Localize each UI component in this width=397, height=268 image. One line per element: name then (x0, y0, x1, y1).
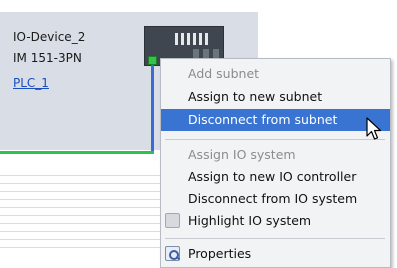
menu-separator (165, 139, 385, 140)
menu-item-label: Assign to new subnet (188, 89, 323, 104)
menu-item-highlight-io-system[interactable]: Highlight IO system (161, 210, 390, 232)
module-slot (181, 33, 184, 45)
menu-item-label: Add subnet (188, 66, 260, 81)
profinet-port-icon[interactable] (148, 56, 157, 65)
module-slot (193, 33, 196, 45)
menu-item-disconnect-from-subnet[interactable]: Disconnect from subnet (161, 109, 390, 131)
menu-item-label: Assign IO system (188, 147, 296, 162)
menu-item-add-subnet[interactable]: Add subnet (161, 63, 390, 85)
network-view-canvas: IO-Device_2 IM 151-3PN PLC_1 Add subnet … (0, 0, 397, 268)
profinet-connection-line[interactable] (151, 64, 154, 154)
device-name: IO-Device_2 (13, 30, 86, 44)
menu-item-label: Disconnect from IO system (188, 191, 358, 206)
mouse-pointer-icon (366, 117, 382, 140)
device-type: IM 151-3PN (13, 51, 82, 65)
menu-item-label: Properties (188, 246, 252, 261)
menu-item-properties[interactable]: Properties (161, 243, 390, 265)
module-slot (199, 33, 202, 45)
menu-item-label: Highlight IO system (188, 213, 312, 228)
menu-item-assign-to-new-subnet[interactable]: Assign to new subnet (161, 86, 390, 108)
io-controller-link[interactable]: PLC_1 (13, 76, 49, 90)
menu-item-label: Assign to new IO controller (188, 169, 357, 184)
properties-icon (165, 246, 180, 261)
module-slot (187, 33, 190, 45)
menu-item-disconnect-from-io-system[interactable]: Disconnect from IO system (161, 188, 390, 210)
menu-item-assign-io-system[interactable]: Assign IO system (161, 144, 390, 166)
module-slot (205, 33, 208, 45)
subnet-line[interactable] (0, 151, 154, 154)
menu-item-assign-to-new-io-controller[interactable]: Assign to new IO controller (161, 166, 390, 188)
menu-item-label: Disconnect from subnet (188, 112, 338, 127)
highlight-icon (165, 213, 180, 228)
module-slot (175, 33, 178, 45)
context-menu: Add subnet Assign to new subnet Disconne… (160, 58, 391, 268)
menu-separator (165, 238, 385, 239)
